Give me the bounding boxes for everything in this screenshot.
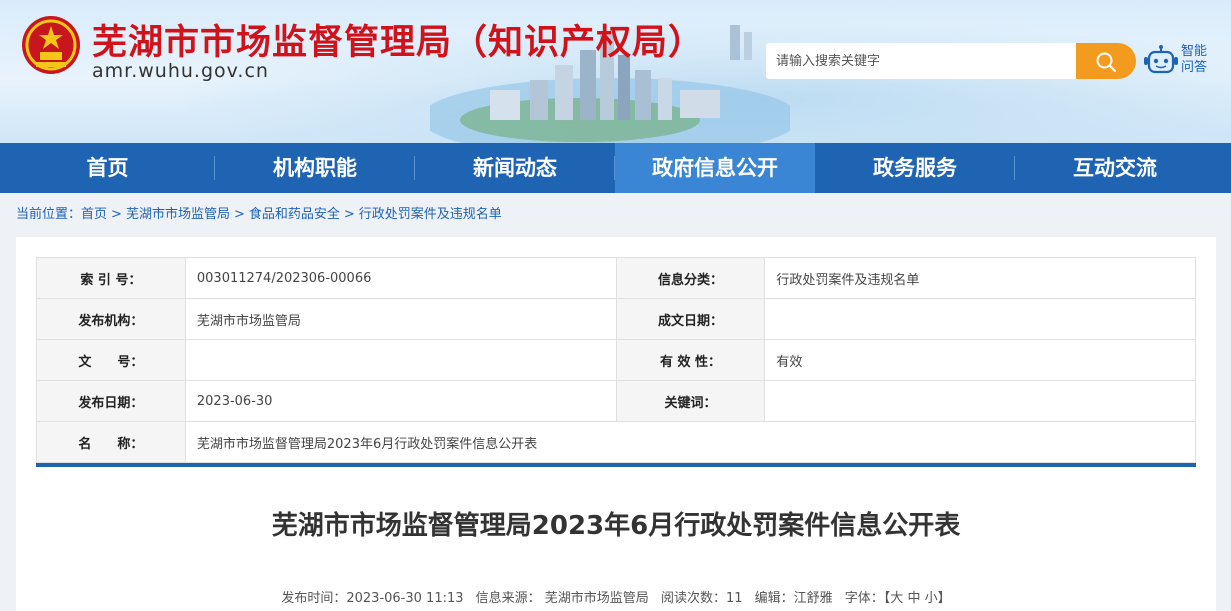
meta-value bbox=[184, 339, 617, 381]
publish-time: 发布时间：2023-06-30 11:13 bbox=[281, 591, 464, 606]
font-size-small-button[interactable]: 小】 bbox=[925, 591, 951, 606]
site-header: 芜湖市市场监督管理局（知识产权局） amr.wuhu.gov.cn 智能问答 bbox=[0, 0, 1231, 143]
meta-value-name: 芜湖市市场监督管理局2023年6月行政处罚案件信息公开表 bbox=[184, 421, 1197, 463]
meta-label: 关键词： bbox=[615, 380, 766, 422]
meta-label: 名 称： bbox=[36, 421, 186, 463]
font-size-label: 字体： bbox=[844, 591, 884, 606]
breadcrumb-link-food-drug[interactable]: 食品和药品安全 bbox=[249, 207, 340, 222]
divider bbox=[36, 463, 1196, 467]
meta-label: 发布日期： bbox=[36, 380, 186, 422]
search-box bbox=[766, 43, 1136, 79]
meta-value: 2023-06-30 bbox=[184, 380, 617, 422]
meta-label: 发布机构： bbox=[36, 298, 186, 340]
search-button[interactable] bbox=[1076, 43, 1136, 79]
meta-row: 文 号： 有 效 性： 有效 bbox=[36, 339, 1196, 381]
meta-value bbox=[764, 298, 1196, 340]
info-source: 信息来源： 芜湖市市场监管局 bbox=[475, 591, 649, 606]
breadcrumb-link-penalty[interactable]: 行政处罚案件及违规名单 bbox=[359, 207, 502, 222]
site-title: 芜湖市市场监督管理局（知识产权局） bbox=[92, 23, 705, 63]
meta-row: 索 引 号： 003011274/202306-00066 信息分类： 行政处罚… bbox=[36, 257, 1196, 299]
nav-item-news[interactable]: 新闻动态 bbox=[415, 143, 615, 193]
meta-label: 有 效 性： bbox=[615, 339, 766, 381]
meta-value: 行政处罚案件及违规名单 bbox=[764, 257, 1196, 299]
meta-label: 文 号： bbox=[36, 339, 186, 381]
meta-value: 有效 bbox=[764, 339, 1196, 381]
font-size-medium-button[interactable]: 中 bbox=[907, 591, 920, 606]
breadcrumb-prefix: 当前位置： bbox=[16, 207, 82, 222]
meta-value bbox=[764, 380, 1196, 422]
meta-row: 发布机构： 芜湖市市场监管局 成文日期： bbox=[36, 298, 1196, 340]
search-input[interactable] bbox=[766, 43, 1078, 79]
meta-value: 芜湖市市场监管局 bbox=[184, 298, 617, 340]
assistant-label[interactable]: 智能问答 bbox=[1181, 44, 1213, 76]
robot-assistant-icon[interactable] bbox=[1143, 44, 1179, 78]
meta-value: 003011274/202306-00066 bbox=[184, 257, 617, 299]
main-nav: 首页 机构职能 新闻动态 政府信息公开 政务服务 互动交流 bbox=[0, 143, 1231, 193]
font-size-control: 字体：【大 中 小】 bbox=[845, 591, 951, 606]
meta-row: 名 称： 芜湖市市场监督管理局2023年6月行政处罚案件信息公开表 bbox=[36, 421, 1197, 463]
national-emblem-icon bbox=[22, 16, 80, 74]
font-size-large-button[interactable]: 【大 bbox=[884, 591, 904, 606]
breadcrumb-link-bureau[interactable]: 芜湖市市场监管局 bbox=[126, 207, 230, 222]
article-title: 芜湖市市场监督管理局2023年6月行政处罚案件信息公开表 bbox=[271, 511, 961, 541]
nav-item-services[interactable]: 政务服务 bbox=[815, 143, 1015, 193]
view-count: 阅读次数：11 bbox=[660, 591, 743, 606]
meta-label: 成文日期： bbox=[615, 298, 766, 340]
editor: 编辑：江舒雅 bbox=[754, 591, 833, 606]
nav-item-functions[interactable]: 机构职能 bbox=[215, 143, 415, 193]
meta-row: 发布日期： 2023-06-30 关键词： bbox=[36, 380, 1196, 422]
nav-item-home[interactable]: 首页 bbox=[0, 143, 215, 193]
breadcrumb: 当前位置：首页 > 芜湖市市场监管局 > 食品和药品安全 > 行政处罚案件及违规名单 bbox=[16, 207, 502, 222]
nav-item-gov-info[interactable]: 政府信息公开 bbox=[615, 143, 815, 193]
breadcrumb-link-home[interactable]: 首页 bbox=[81, 207, 107, 222]
content-card: 索 引 号： 003011274/202306-00066 信息分类： 行政处罚… bbox=[16, 237, 1216, 611]
article-info: 发布时间：2023-06-30 11:13 信息来源： 芜湖市市场监管局 阅读次… bbox=[16, 587, 1216, 606]
site-url: amr.wuhu.gov.cn bbox=[92, 60, 269, 82]
nav-item-interaction[interactable]: 互动交流 bbox=[1015, 143, 1215, 193]
search-icon bbox=[1096, 52, 1117, 73]
meta-table: 索 引 号： 003011274/202306-00066 信息分类： 行政处罚… bbox=[36, 257, 1197, 463]
meta-label: 索 引 号： bbox=[36, 257, 186, 299]
meta-label: 信息分类： bbox=[615, 257, 766, 299]
